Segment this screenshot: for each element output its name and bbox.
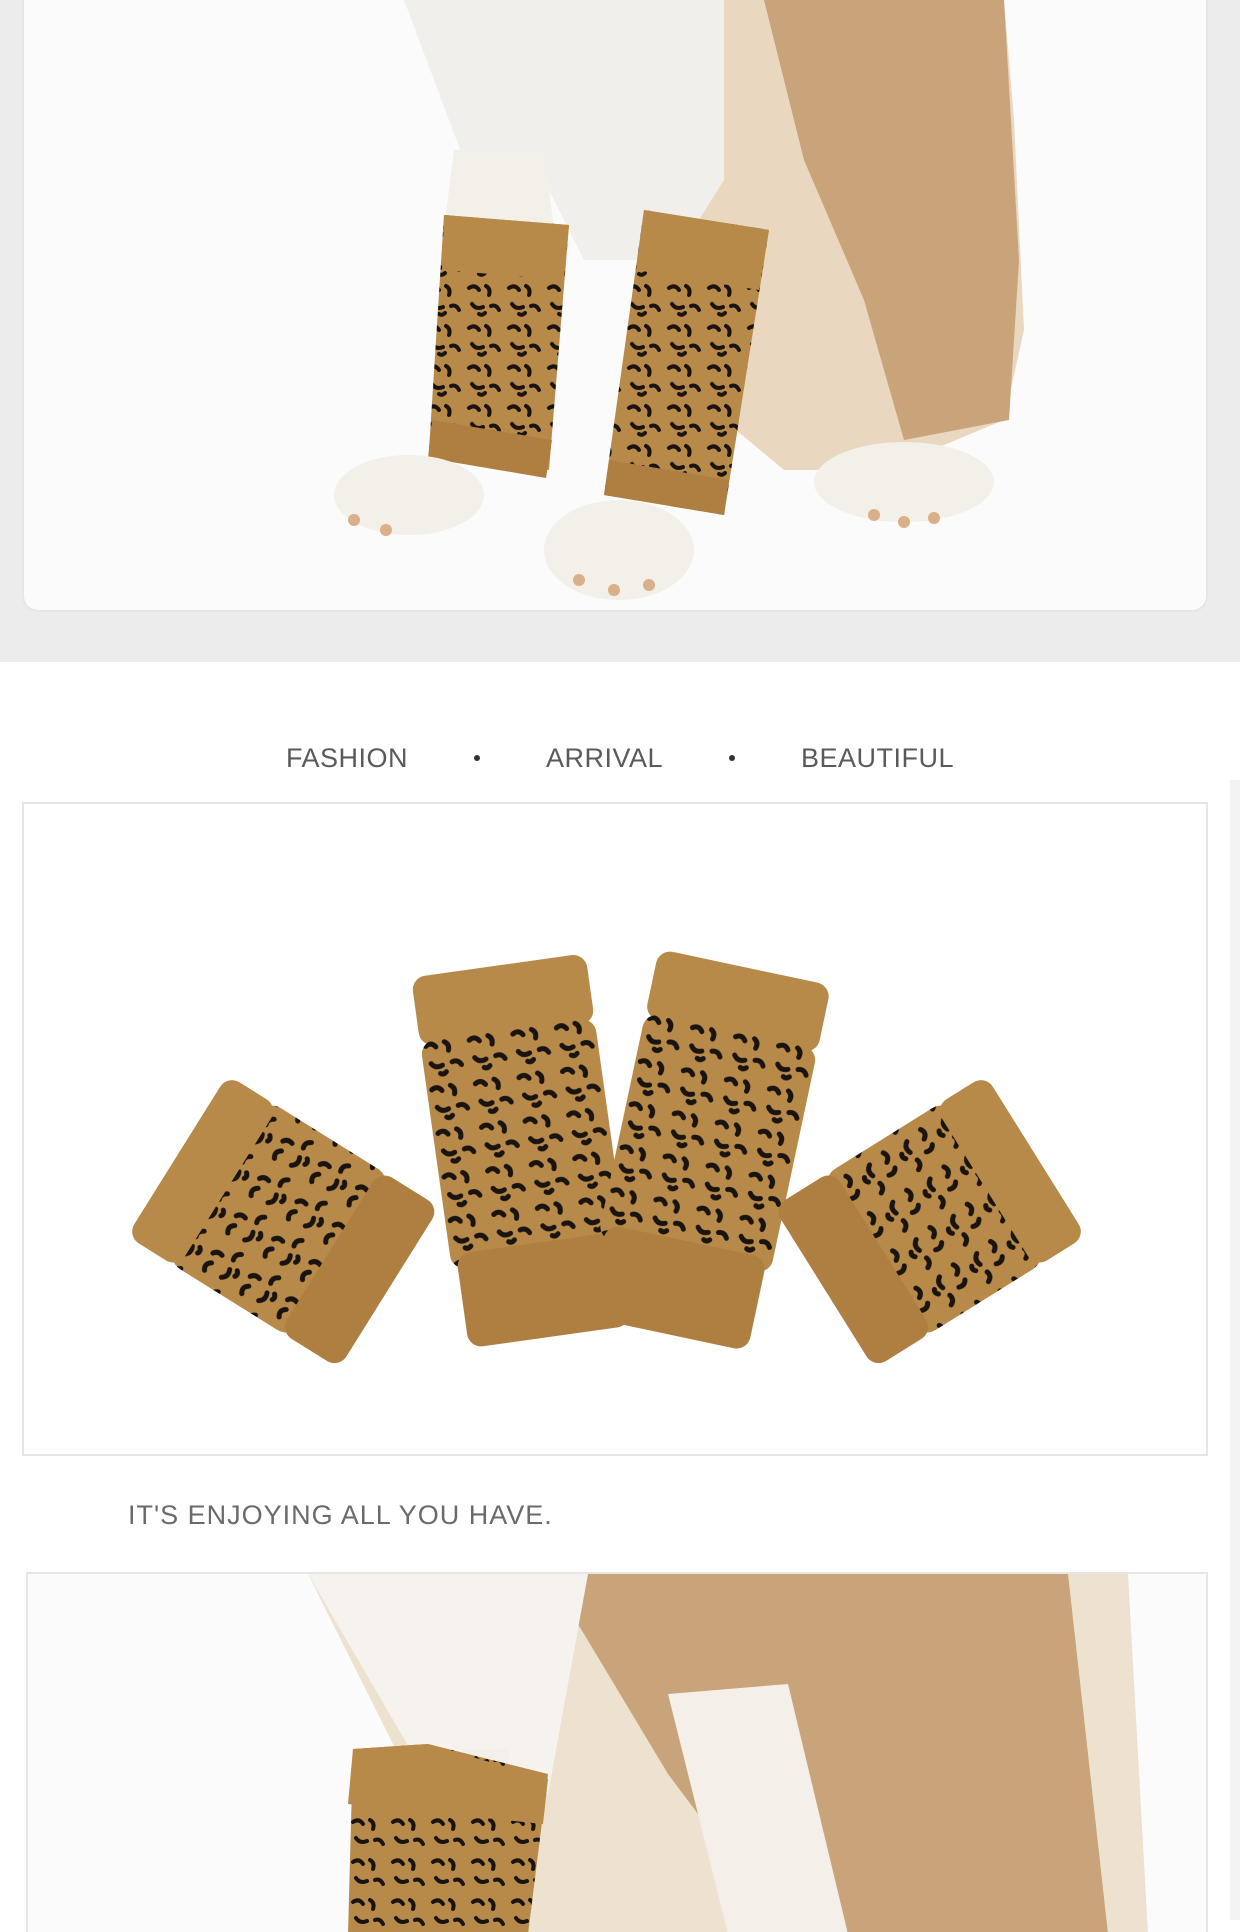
dog-closeup-photo bbox=[26, 1572, 1208, 1932]
dog-closeup-illustration bbox=[308, 1574, 1148, 1932]
separator-dot bbox=[473, 755, 480, 761]
separator-dot bbox=[729, 755, 736, 761]
tagline-word-arrival: ARRIVAL bbox=[545, 742, 664, 773]
tagline: FASHION ARRIVAL BEAUTIFUL bbox=[0, 738, 1240, 778]
page-edge bbox=[1230, 780, 1240, 1920]
dog-leg-warmers-photo bbox=[22, 0, 1208, 612]
four-leg-warmers-photo bbox=[22, 802, 1208, 1456]
tagline-word-beautiful: BEAUTIFUL bbox=[801, 742, 955, 773]
dog-photo-illustration bbox=[334, 0, 1024, 600]
leg-warmers-illustration bbox=[132, 951, 1081, 1364]
slogan-text: IT'S ENJOYING ALL YOU HAVE. bbox=[128, 1500, 553, 1530]
tagline-word-fashion: FASHION bbox=[285, 742, 408, 773]
